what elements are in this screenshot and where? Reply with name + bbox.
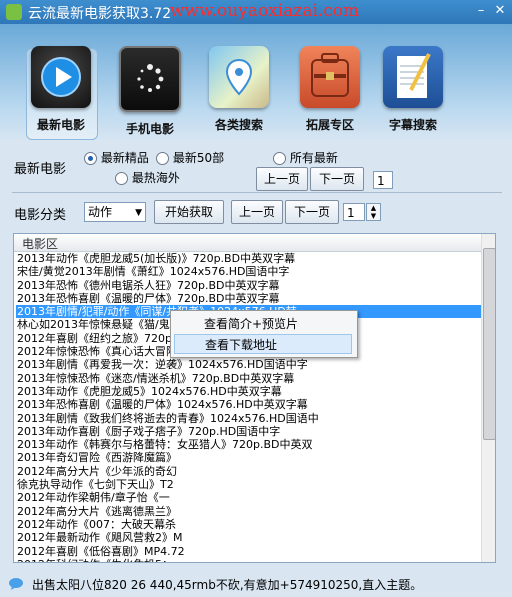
latest-next-page-button[interactable]: 下一页 [310,167,364,191]
app-icon [6,4,22,20]
radio-indicator [84,152,97,165]
close-icon[interactable]: ✕ [491,3,509,19]
list-item[interactable]: 2012年科幻动作《生化危机5： [16,558,481,562]
toolbar-label: 最新电影 [36,118,85,132]
list-item[interactable]: 2012年高分大片《少年派的奇幻 [16,465,481,478]
latest-prev-page-button[interactable]: 上一页 [256,167,308,191]
scrollbar-thumb[interactable] [483,248,495,440]
list-item[interactable]: 2013年动作喜剧《厨子戏子痞子》720p.HD国语中字 [16,425,481,438]
radio-label: 最新50部 [172,151,225,165]
page-spinner[interactable]: ▲ ▼ [366,203,381,221]
radio-all-latest[interactable]: 所有最新 [273,149,338,166]
list-item[interactable]: 2013年奇幻冒险《西游降魔篇》 [16,451,481,464]
window-title: 云流最新电影获取3.72 [28,6,172,22]
menu-item-view-intro[interactable]: 查看简介+预览片 [174,314,352,334]
toolbar: 最新电影 手机电影 各类搜索 拓展专区 字幕搜索 [0,24,512,142]
spinner-up-icon[interactable]: ▲ [367,204,380,212]
watermark-text: www.ouyaoxiazai.com [170,1,360,21]
app-window: 云流最新电影获取3.72 www.ouyaoxiazai.com – ✕ 最新电… [0,0,512,597]
category-next-page-button[interactable]: 下一页 [285,200,339,224]
toolbar-item-extensions[interactable]: 拓展专区 [285,46,375,156]
list-item[interactable]: 2013年动作《虎胆龙威5(加长版)》720p.BD中英双字幕 [16,252,481,265]
list-item[interactable]: 2013年恐怖喜剧《温暖的尸体》720p.BD中英双字幕 [16,292,481,305]
toolbar-label: 字幕搜索 [388,118,437,132]
fetch-button[interactable]: 开始获取 [154,200,224,224]
divider [12,192,502,193]
movie-list[interactable]: 电影区 2013年动作《虎胆龙威5(加长版)》720p.BD中英双字幕 宋佳/黄觉… [13,233,496,563]
radio-label: 最热海外 [131,171,180,185]
list-item[interactable]: 2013年剧情《致我们终将逝去的青春》1024x576.HD国语中 [16,412,481,425]
latest-section-label: 最新电影 [14,162,67,177]
list-item[interactable]: 2013年动作《韩赛尔与格蕾特：女巫猎人》720p.BD中英双 [16,438,481,451]
list-item[interactable]: 2013年动作《虎胆龙威5》1024x576.HD中英双字幕 [16,385,481,398]
toolbar-item-latest-movies[interactable]: 最新电影 [16,46,106,156]
list-item[interactable]: 2013年恐怖《德州电锯杀人狂》720p.BD中英双字幕 [16,279,481,292]
radio-hottest-overseas[interactable]: 最热海外 [115,169,180,186]
radio-indicator [115,172,128,185]
category-prev-page-button[interactable]: 上一页 [231,200,283,224]
radio-label: 所有最新 [289,151,338,165]
radio-indicator [156,152,169,165]
context-menu: 查看简介+预览片 查看下载地址 [170,310,358,358]
category-select[interactable]: 动作 ▼ [84,202,146,222]
list-item[interactable]: 2012年最新动作《飓风营救2》M [16,531,481,544]
category-page-input[interactable]: 1 [343,203,365,221]
toolbar-item-subtitle-search[interactable]: 字幕搜索 [368,46,458,156]
toolbar-item-mobile-movies[interactable]: 手机电影 [105,46,195,156]
spinner-down-icon[interactable]: ▼ [367,212,380,220]
list-item[interactable]: 2013年恐怖喜剧《温暖的尸体》1024x576.HD中英双字幕 [16,398,481,411]
radio-best-latest[interactable]: 最新精品 [84,149,149,166]
vertical-scrollbar[interactable] [481,234,495,562]
radio-latest-50[interactable]: 最新50部 [156,149,224,166]
list-item[interactable]: 2012年动作梁朝伟/章子怡《一 [16,491,481,504]
toolbar-label: 拓展专区 [305,118,354,132]
toolbar-label: 各类搜索 [214,118,263,132]
title-bar: 云流最新电影获取3.72 www.ouyaoxiazai.com – ✕ [0,0,512,24]
radio-indicator [273,152,286,165]
status-bar: 出售太阳八位820 26 440,45rmb不砍,有意加+574910250,直… [0,571,512,597]
status-text: 出售太阳八位820 26 440,45rmb不砍,有意加+574910250,直… [32,578,423,592]
toolbar-label: 手机电影 [125,122,174,136]
video-loading-icon [119,46,181,112]
list-item[interactable]: 徐克执导动作《七剑下天山》T2 [16,478,481,491]
chevron-down-icon: ▼ [135,208,142,218]
category-section-label: 电影分类 [14,208,67,223]
toolbar-item-search[interactable]: 各类搜索 [194,46,284,156]
play-icon [31,46,91,108]
chat-bubble-icon [9,578,23,590]
list-item[interactable]: 2012年动作《007：大破天幕杀 [16,518,481,531]
category-select-value: 动作 [88,205,113,219]
radio-label: 最新精品 [100,151,149,165]
column-header-movie-area: 电影区 [22,237,59,251]
suitcase-icon [300,46,360,108]
list-item[interactable]: 2012年高分大片《逃离德黑兰》 [16,505,481,518]
list-item[interactable]: 2012年喜剧《低俗喜剧》MP4.72 [16,545,481,558]
list-rows: 2013年动作《虎胆龙威5(加长版)》720p.BD中英双字幕 宋佳/黄觉2013… [16,252,481,562]
list-header[interactable]: 电影区 [14,234,481,252]
list-item[interactable]: 2013年惊悚恐怖《迷恋/情迷杀机》720p.BD中英双字幕 [16,372,481,385]
latest-page-input[interactable]: 1 [373,171,393,189]
map-pin-icon [209,46,269,108]
list-item[interactable]: 宋佳/黄觉2013年剧情《萧红》1024x576.HD国语中字 [16,265,481,278]
menu-item-view-download[interactable]: 查看下载地址 [174,334,352,354]
notepad-pen-icon [383,46,443,108]
minimize-icon[interactable]: – [472,3,490,19]
list-item[interactable]: 2013年剧情《再爱我一次：逆袭》1024x576.HD国语中字 [16,358,481,371]
